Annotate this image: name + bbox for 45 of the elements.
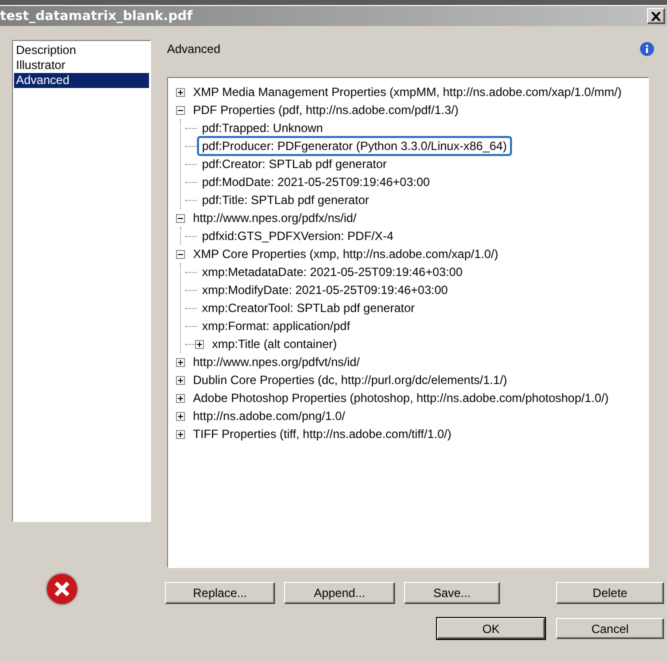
expand-toggle[interactable] [176, 412, 185, 420]
tree-item[interactable]: pdf:Trapped: Unknown [197, 118, 328, 138]
sidebar-item[interactable]: Description [14, 43, 149, 58]
tree-item[interactable]: pdfxid:GTS_PDFXVersion: PDF/X-4 [197, 226, 398, 246]
tree-item[interactable]: http://ns.adobe.com/png/1.0/ [188, 406, 350, 426]
sidebar-item[interactable]: Illustrator [14, 58, 149, 73]
tree-item[interactable]: xmp:Format: application/pdf [197, 316, 356, 336]
dialog-button[interactable]: Cancel [556, 618, 664, 639]
expand-toggle[interactable] [176, 358, 185, 366]
tree-item[interactable]: XMP Media Management Properties (xmpMM, http://ns.adobe.com/xap/1.0/mm/) [188, 82, 627, 102]
expand-toggle[interactable] [176, 394, 185, 402]
tree-item[interactable]: PDF Properties (pdf, http://ns.adobe.com/pdf/1.3/) [188, 100, 464, 120]
info-icon [640, 42, 654, 56]
window-title: test_datamatrix_blank.pdf [0, 8, 192, 24]
dialog-button[interactable]: OK [437, 618, 545, 639]
expand-toggle[interactable] [176, 430, 185, 438]
tree-item[interactable]: xmp:ModifyDate: 2021-05-25T09:19:46+03:00 [197, 280, 453, 300]
expand-toggle[interactable] [176, 250, 185, 258]
expand-toggle[interactable] [176, 88, 185, 96]
tree-item[interactable]: xmp:MetadataDate: 2021-05-25T09:19:46+03:00 [197, 262, 468, 282]
tree-item[interactable]: XMP Core Properties (xmp, http://ns.adobe.com/xap/1.0/) [188, 244, 504, 264]
close-icon [651, 12, 661, 20]
tree-item[interactable]: Adobe Photoshop Properties (photoshop, http://ns.adobe.com/photoshop/1.0/) [188, 388, 614, 408]
tree-item[interactable]: pdf:Producer: PDFgenerator (Python 3.3.0/Linux-x86_64) [197, 136, 512, 156]
expand-toggle[interactable] [176, 376, 185, 384]
tree-item[interactable]: pdf:Title: SPTLab pdf generator [197, 190, 374, 210]
action-button[interactable]: Append... [284, 582, 395, 604]
tree-item[interactable]: http://www.npes.org/pdfx/ns/id/ [188, 208, 362, 228]
close-button[interactable] [647, 8, 665, 24]
expand-toggle[interactable] [195, 340, 204, 348]
expand-toggle[interactable] [176, 106, 185, 114]
tree-item[interactable]: xmp:Title (alt container) [207, 334, 342, 354]
tree-item[interactable]: pdf:ModDate: 2021-05-25T09:19:46+03:00 [197, 172, 435, 192]
panel-title: Advanced [167, 42, 220, 56]
action-button[interactable]: Replace... [165, 582, 275, 604]
action-button[interactable]: Delete [556, 582, 664, 604]
tree-item[interactable]: TIFF Properties (tiff, http://ns.adobe.com/tiff/1.0/) [188, 424, 456, 444]
sidebar-item[interactable]: Advanced [14, 73, 149, 88]
tree-item[interactable]: pdf:Creator: SPTLab pdf generator [197, 154, 392, 174]
action-button[interactable]: Save... [404, 582, 500, 604]
error-icon [44, 572, 78, 606]
tree-item[interactable]: http://www.npes.org/pdfvt/ns/id/ [188, 352, 365, 372]
tree-item[interactable]: xmp:CreatorTool: SPTLab pdf generator [197, 298, 420, 318]
tree-item[interactable]: Dublin Core Properties (dc, http://purl.org/dc/elements/1.1/) [188, 370, 512, 390]
expand-toggle[interactable] [176, 214, 185, 222]
